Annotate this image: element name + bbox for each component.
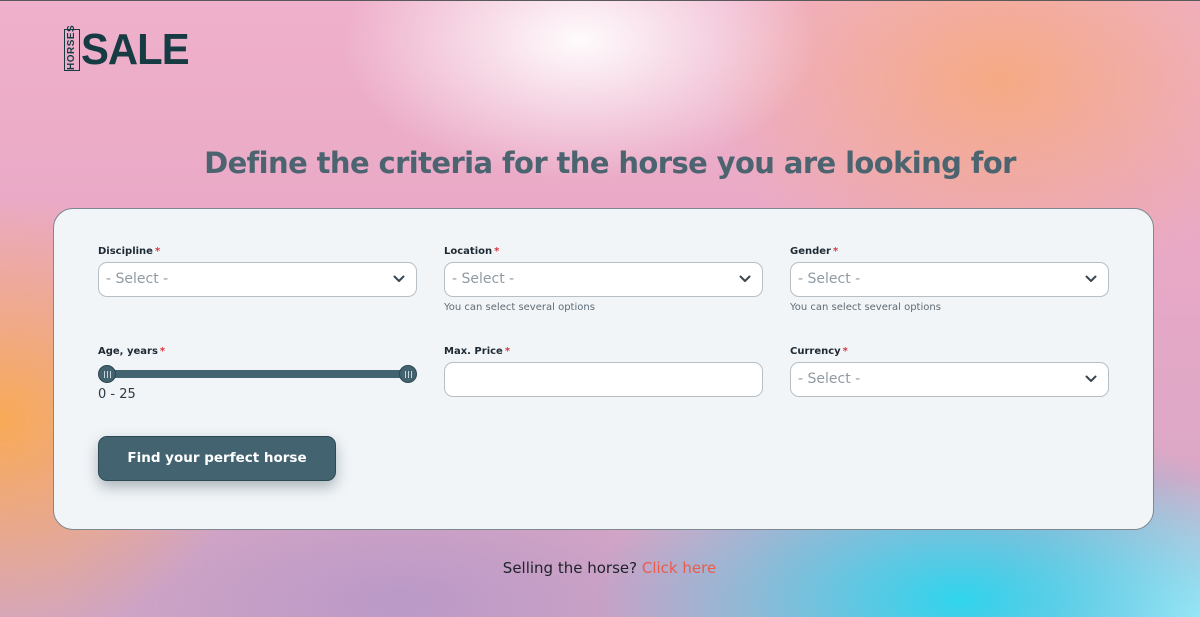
max-price-input[interactable] — [444, 362, 763, 397]
seller-link[interactable]: Click here — [642, 559, 716, 577]
chevron-down-icon — [739, 275, 751, 282]
required-mark: * — [832, 246, 839, 257]
age-min-handle[interactable] — [98, 365, 116, 383]
currency-select[interactable]: - Select - — [790, 362, 1109, 397]
discipline-label-text: Discipline — [98, 246, 153, 257]
location-field: Location * - Select - You can select seve… — [444, 245, 763, 313]
logo-horses-text: HORSES — [64, 25, 80, 71]
location-select-placeholder: - Select - — [452, 271, 515, 287]
page-title: Define the criteria for the horse you ar… — [204, 146, 1016, 180]
required-mark: * — [504, 346, 511, 357]
chevron-down-icon — [1085, 275, 1097, 282]
find-horse-button[interactable]: Find your perfect horse — [98, 436, 336, 481]
required-mark: * — [494, 246, 500, 257]
required-mark: * — [842, 346, 848, 357]
seller-prompt-text: Selling the horse? — [502, 559, 638, 577]
gender-select-placeholder: - Select - — [798, 271, 861, 287]
age-range-track[interactable] — [105, 370, 410, 378]
chevron-down-icon — [1085, 375, 1097, 382]
seller-prompt: Selling the horse? Click here — [0, 559, 1200, 577]
currency-select-placeholder: - Select - — [798, 371, 861, 387]
search-form-card: Discipline * - Select - Location * - Selec… — [53, 208, 1154, 530]
discipline-field: Discipline * - Select - — [98, 245, 417, 297]
location-hint: You can select several options — [444, 302, 595, 313]
location-label: Location * — [444, 245, 763, 259]
top-border — [0, 0, 1200, 1]
chevron-down-icon — [393, 275, 405, 282]
required-mark: * — [159, 346, 166, 357]
location-label-text: Location — [444, 246, 493, 257]
gender-hint: You can select several options — [790, 302, 941, 313]
currency-label: Currency * — [790, 345, 1109, 359]
logo-sale-text: SALE — [81, 25, 190, 74]
age-label-text: Age, years — [98, 346, 158, 357]
gender-label-text: Gender — [790, 246, 831, 257]
gender-label: Gender * — [790, 245, 1109, 259]
discipline-select[interactable]: - Select - — [98, 262, 417, 297]
age-max-handle[interactable] — [399, 365, 417, 383]
gender-select[interactable]: - Select - — [790, 262, 1109, 297]
age-range-value: 0 - 25 — [98, 387, 136, 402]
location-select[interactable]: - Select - — [444, 262, 763, 297]
discipline-label: Discipline * — [98, 245, 417, 259]
currency-field: Currency * - Select - — [790, 345, 1109, 397]
site-logo[interactable]: HORSES SALE — [64, 25, 194, 74]
max-price-field: Max. Price * — [444, 345, 763, 397]
age-label: Age, years * — [98, 345, 298, 359]
gender-field: Gender * - Select - You can select severa… — [790, 245, 1109, 313]
currency-label-text: Currency — [790, 346, 841, 357]
max-price-label-text: Max. Price — [444, 346, 503, 357]
max-price-label: Max. Price * — [444, 345, 763, 359]
discipline-select-placeholder: - Select - — [106, 271, 169, 287]
required-mark: * — [154, 246, 161, 257]
